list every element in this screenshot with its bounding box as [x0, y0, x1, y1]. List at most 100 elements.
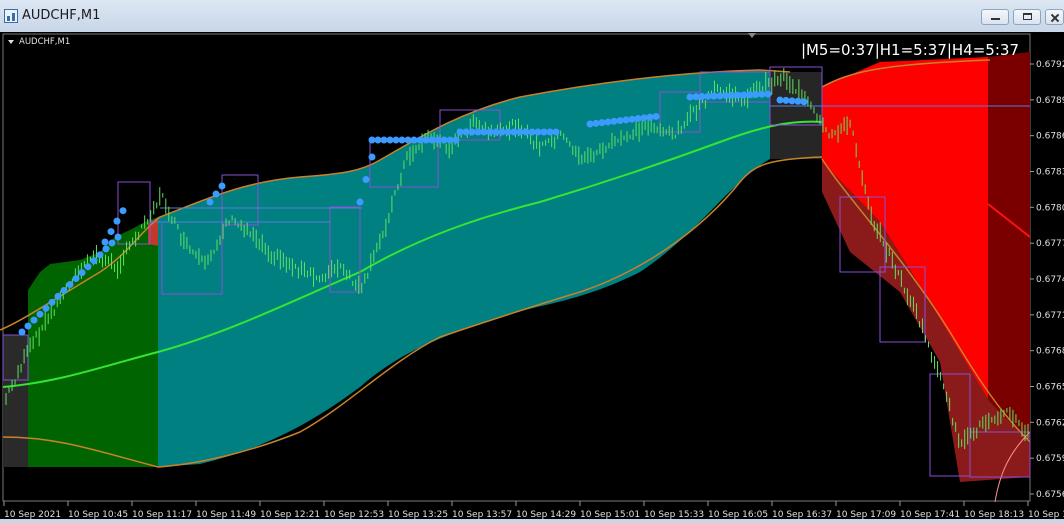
timer-label: |M5=0:37|H1=5:37|H4=5:37 [801, 41, 1019, 59]
time-tick-label: 10 Sep 17:41 [900, 510, 960, 519]
signal-dot [386, 136, 394, 144]
signal-dot [776, 96, 784, 104]
time-tick-label: 10 Sep 15:33 [644, 510, 704, 519]
signal-dot [604, 118, 612, 126]
signal-dot [114, 233, 122, 241]
time-tick-label: 10 Sep 18:13 [964, 510, 1024, 519]
signal-dot [78, 269, 86, 277]
signal-dot [486, 128, 494, 136]
signal-dot [800, 98, 808, 106]
restore-icon [1014, 10, 1040, 24]
time-tick-label: 10 Sep 14:29 [516, 510, 576, 519]
signal-dot [746, 91, 754, 99]
signal-dot [368, 136, 376, 144]
time-tick-label: 10 Sep 13:57 [452, 510, 512, 519]
signal-dot [704, 92, 712, 100]
signal-dot [368, 153, 376, 161]
signal-dot [592, 119, 600, 127]
signal-dot [84, 263, 92, 271]
signal-dot [734, 91, 742, 99]
signal-dot [462, 128, 470, 136]
time-tick-label: 10 Sep 11:17 [132, 510, 192, 519]
signal-dot [492, 128, 500, 136]
signal-dot [410, 136, 418, 144]
signal-dot [452, 136, 460, 144]
signal-dot [206, 198, 214, 206]
signal-dot [610, 117, 618, 125]
time-tick-label: 10 Sep 12:53 [324, 510, 384, 519]
price-tick-label: 0.67590 [1036, 454, 1064, 464]
signal-dot [710, 92, 718, 100]
price-tick-label: 0.67680 [1036, 347, 1064, 357]
signal-dot [218, 182, 226, 190]
window-title-bar[interactable]: AUDCHF,M1 [0, 0, 1064, 33]
signal-dot [456, 128, 464, 136]
signal-dot [428, 136, 436, 144]
signal-dot [586, 120, 594, 128]
restore-button[interactable] [1013, 9, 1041, 25]
signal-dot [48, 298, 56, 306]
signal-dot [522, 128, 530, 136]
signal-dot [516, 128, 524, 136]
signal-dot [60, 286, 68, 294]
price-tick-label: 0.67650 [1036, 383, 1064, 393]
signal-dot [686, 93, 694, 101]
signal-dot [622, 116, 630, 124]
minimize-button[interactable] [981, 9, 1009, 25]
signal-dot [356, 198, 364, 206]
signal-dot [546, 128, 554, 136]
signal-dot [113, 217, 121, 225]
signal-dot [510, 128, 518, 136]
signal-dot [698, 93, 706, 101]
signal-dot [119, 207, 127, 215]
signal-dot [692, 93, 700, 101]
price-tick-label: 0.67560 [1036, 490, 1064, 500]
signal-dot [528, 128, 536, 136]
signal-dot [398, 136, 406, 144]
time-tick-label: 10 Sep 16:05 [708, 510, 768, 519]
signal-dot [498, 128, 506, 136]
signal-dot [782, 96, 790, 104]
signal-dot [598, 119, 606, 127]
dark-bear-zone [988, 52, 1030, 442]
price-tick-label: 0.67770 [1036, 239, 1064, 249]
chart-canvas[interactable]: AUDCHF,M1 |M5=0:37|H1=5:37|H4=5:37 0.679… [0, 32, 1064, 520]
signal-dot [380, 136, 388, 144]
price-tick-label: 0.67920 [1036, 60, 1064, 70]
signal-dot [107, 228, 115, 236]
signal-dot [90, 257, 98, 265]
signal-dot [646, 113, 654, 121]
signal-dot [540, 128, 548, 136]
signal-dot [54, 292, 62, 300]
signal-dot [640, 114, 648, 122]
signal-dot [788, 97, 796, 105]
signal-dot [96, 251, 104, 259]
signal-dot [652, 112, 660, 120]
signal-dot [434, 136, 442, 144]
signal-dot [534, 128, 542, 136]
signal-dot [30, 316, 38, 324]
signal-dot [42, 304, 50, 312]
signal-dot [362, 176, 370, 183]
signal-dot [422, 136, 430, 144]
chart-window-icon [4, 9, 18, 23]
time-tick-label: 10 Sep 1 [1028, 510, 1064, 519]
time-tick-label: 10 Sep 15:01 [580, 510, 640, 519]
price-chart[interactable]: AUDCHF,M1 |M5=0:37|H1=5:37|H4=5:37 0.679… [0, 32, 1064, 520]
signal-dot [504, 128, 512, 136]
close-button[interactable] [1045, 9, 1064, 25]
price-axis: 0.67920 0.67890 0.67860 0.67830 0.67800 0.677… [1030, 60, 1064, 500]
signal-dot [212, 190, 220, 198]
window-title: AUDCHF,M1 [22, 8, 101, 23]
symbol-label: AUDCHF,M1 [19, 37, 70, 47]
signal-dot [552, 128, 560, 136]
signal-dot [440, 136, 448, 144]
price-tick-label: 0.67890 [1036, 96, 1064, 106]
signal-dot [716, 92, 724, 100]
signal-dot [392, 136, 400, 144]
signal-dot [468, 128, 476, 136]
signal-dot [616, 117, 624, 125]
signal-dot [722, 92, 730, 100]
signal-dot [102, 245, 110, 253]
time-tick-label: 10 Sep 10:45 [68, 510, 128, 519]
